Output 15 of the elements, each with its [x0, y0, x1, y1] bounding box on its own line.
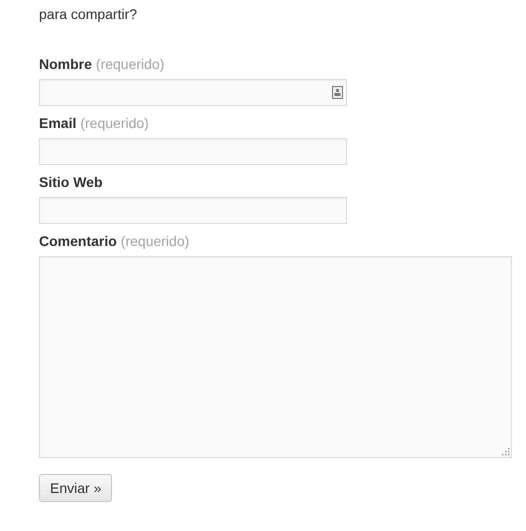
required-note: (requerido) — [80, 114, 149, 132]
required-note: (requerido) — [120, 232, 190, 250]
submit-button[interactable]: Enviar » — [39, 474, 112, 502]
comment-field[interactable] — [39, 256, 512, 458]
field-label: Email — [39, 114, 76, 132]
contact-card-icon[interactable] — [332, 86, 343, 99]
field-label: Comentario — [39, 232, 117, 250]
required-note: (requerido) — [96, 55, 164, 73]
input-field[interactable] — [39, 197, 347, 224]
input-field[interactable] — [39, 138, 347, 165]
field-label: Sitio Web — [39, 173, 103, 191]
intro-text: para compartir? — [39, 5, 138, 23]
field-label: Nombre — [39, 55, 92, 73]
input-field[interactable] — [39, 79, 347, 106]
resize-grip-icon[interactable] — [501, 447, 510, 456]
